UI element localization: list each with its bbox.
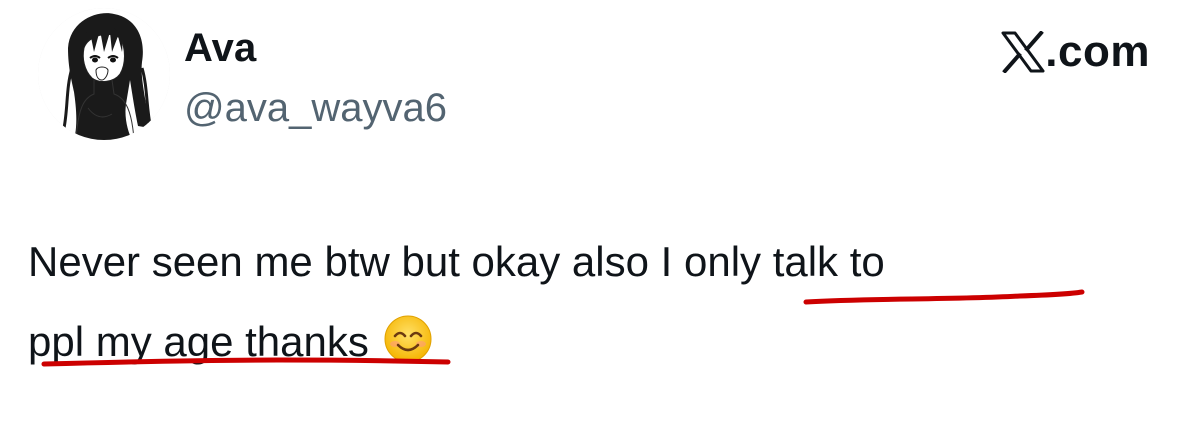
tweet-text: Never seen me btw but okay also I only t…: [28, 222, 1148, 382]
tweet-text-highlight-2: ppl my age thanks: [28, 318, 369, 365]
tweet-text-highlight-1: only talk to: [683, 238, 885, 285]
smiling-face-emoji-icon: [383, 310, 433, 363]
x-brand: .com: [1001, 24, 1150, 80]
author-display-name[interactable]: Ava: [184, 26, 257, 71]
anime-girl-avatar-icon: [38, 8, 170, 140]
brand-domain-text: .com: [1045, 27, 1150, 76]
author-handle[interactable]: @ava_wayva6: [184, 86, 447, 131]
x-logo-icon: [1001, 31, 1045, 73]
avatar[interactable]: [38, 8, 170, 140]
tweet-text-plain: Never seen me btw but okay also I: [28, 238, 684, 285]
